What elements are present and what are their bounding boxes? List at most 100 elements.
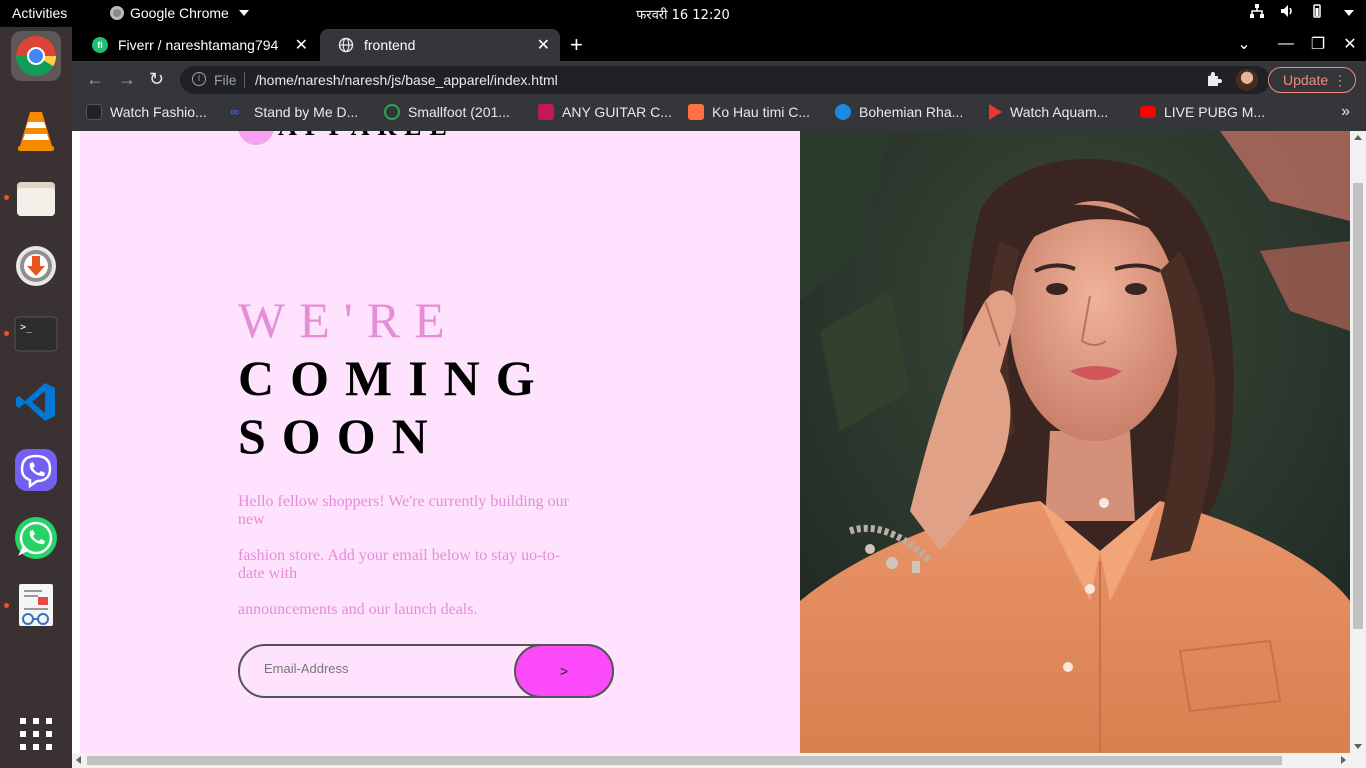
profile-avatar[interactable] — [1236, 69, 1258, 91]
scroll-right-arrow-icon[interactable] — [1341, 756, 1346, 764]
scrollbar-thumb[interactable] — [1353, 183, 1363, 629]
terminal-icon: >_ — [14, 316, 58, 352]
minimize-button[interactable]: — — [1270, 35, 1302, 53]
bookmark-label: Watch Fashio... — [110, 104, 207, 120]
show-applications-button[interactable] — [11, 709, 61, 759]
app-menu-label: Google Chrome — [130, 5, 229, 21]
infinity-favicon-icon: ∞ — [230, 104, 240, 119]
tab-title: frontend — [364, 37, 416, 53]
dock-software-updater[interactable] — [11, 241, 61, 291]
bookmark-item[interactable]: Bohemian Rha... — [835, 104, 963, 120]
globe-favicon-icon — [338, 37, 354, 53]
vscode-icon — [16, 383, 55, 421]
volume-icon — [1280, 4, 1294, 18]
running-indicator — [4, 603, 9, 608]
scroll-down-arrow-icon[interactable] — [1354, 744, 1362, 749]
maximize-button[interactable]: ❐ — [1302, 34, 1334, 54]
bookmark-item[interactable]: Watch Aquam... — [989, 104, 1108, 120]
address-bar[interactable]: i File /home/naresh/naresh/js/base_appar… — [180, 66, 1270, 94]
music-favicon-icon — [688, 104, 704, 120]
running-indicator — [4, 331, 9, 336]
dock-vlc[interactable] — [11, 105, 61, 155]
bookmark-item[interactable]: ANY GUITAR C... — [538, 104, 672, 120]
logo-mark-icon — [238, 131, 274, 145]
chrome-window: fi Fiverr / nareshtamang794 ✕ frontend ✕… — [72, 27, 1366, 768]
horizontal-scrollbar[interactable] — [72, 753, 1366, 768]
guitar-favicon-icon — [538, 104, 554, 120]
play-favicon-icon — [989, 104, 1002, 120]
brand-logo: APPAREL — [238, 131, 455, 145]
fiverr-favicon-icon: fi — [92, 37, 108, 53]
document-viewer-icon — [19, 584, 53, 626]
headline-line-1: WE'RE — [238, 292, 459, 348]
forward-button[interactable]: → — [118, 69, 136, 90]
url-text[interactable]: /home/naresh/naresh/js/base_apparel/inde… — [255, 72, 558, 88]
bookmark-item[interactable]: Smallfoot (201... — [384, 104, 510, 120]
software-updater-icon — [16, 246, 56, 286]
submit-button[interactable]: > — [514, 644, 614, 698]
tab-frontend[interactable]: frontend ✕ — [320, 29, 560, 61]
logo-text: APPAREL — [278, 131, 455, 142]
headline-line-2: COMING — [238, 350, 551, 406]
bookmark-label: Bohemian Rha... — [859, 104, 964, 120]
scroll-left-arrow-icon[interactable] — [76, 756, 81, 764]
whatsapp-icon — [15, 517, 57, 559]
dock-viber[interactable] — [11, 445, 61, 495]
caret-down-icon — [238, 10, 249, 16]
browser-toolbar: ← → ↻ i File /home/naresh/naresh/js/base… — [72, 61, 1366, 99]
tab-strip: fi Fiverr / nareshtamang794 ✕ frontend ✕… — [72, 27, 1366, 61]
email-signup-form: > — [238, 644, 614, 698]
tab-search-chevron-icon[interactable]: ⌄ — [1228, 34, 1260, 54]
dock-chrome[interactable] — [11, 31, 61, 81]
close-tab-icon[interactable]: ✕ — [295, 35, 308, 55]
network-icon — [1250, 4, 1264, 18]
chrome-icon — [110, 6, 124, 20]
dock-files[interactable] — [11, 173, 61, 223]
app-grid-icon — [20, 718, 52, 750]
bookmark-label: Ko Hau timi C... — [712, 104, 811, 120]
scrollbar-thumb[interactable] — [87, 756, 1282, 765]
dock-whatsapp[interactable] — [11, 513, 61, 563]
app-menu[interactable]: Google Chrome — [110, 5, 249, 21]
dock-terminal[interactable]: >_ — [11, 309, 61, 359]
more-bookmarks-chevron-icon[interactable]: » — [1341, 103, 1350, 121]
content-panel: APPAREL WE'RE COMING SOON Hello fellow s… — [80, 131, 800, 753]
bookmark-item[interactable]: Ko Hau timi C... — [688, 104, 810, 120]
bookmark-item[interactable]: ∞ Stand by Me D... — [230, 104, 358, 120]
bookmark-label: Watch Aquam... — [1010, 104, 1109, 120]
hero-image — [800, 131, 1350, 753]
system-tray[interactable] — [1250, 4, 1354, 18]
bookmarks-bar: Watch Fashio... ∞ Stand by Me D... Small… — [72, 99, 1366, 131]
description-paragraph: announcements and our launch deals. — [238, 601, 478, 618]
email-input[interactable] — [264, 661, 514, 676]
system-top-bar: Activities Google Chrome फरवरी 16 12:20 — [0, 0, 1366, 27]
description-paragraph: Hello fellow shoppers! We're currently b… — [238, 493, 569, 528]
extensions-puzzle-icon[interactable] — [1206, 71, 1222, 87]
window-controls: ⌄ — ❐ ✕ — [1228, 27, 1366, 61]
site-info-icon[interactable]: i — [192, 72, 206, 86]
vertical-scrollbar[interactable] — [1350, 131, 1366, 753]
running-indicator — [4, 195, 9, 200]
close-tab-icon[interactable]: ✕ — [537, 35, 550, 55]
new-tab-button[interactable]: + — [570, 32, 583, 58]
activities-button[interactable]: Activities — [12, 5, 67, 21]
bookmark-item[interactable]: LIVE PUBG M... — [1140, 104, 1265, 120]
description: Hello fellow shoppers! We're currently b… — [238, 493, 578, 637]
battery-icon — [1310, 4, 1324, 18]
tab-fiverr[interactable]: fi Fiverr / nareshtamang794 ✕ — [74, 29, 318, 61]
tab-title: Fiverr / nareshtamang794 — [118, 37, 279, 53]
dock-vscode[interactable] — [11, 377, 61, 427]
url-scheme-label: File — [214, 72, 237, 88]
reload-button[interactable]: ↻ — [149, 69, 164, 90]
vlc-cone-icon — [18, 112, 54, 151]
headline: WE'RE COMING SOON — [238, 291, 551, 465]
update-label: Update — [1283, 72, 1329, 88]
files-folder-icon — [17, 182, 55, 216]
back-button[interactable]: ← — [86, 69, 104, 90]
bookmark-item[interactable]: Watch Fashio... — [86, 104, 207, 120]
scroll-up-arrow-icon[interactable] — [1354, 135, 1362, 140]
model-photo — [800, 131, 1350, 753]
dock-document-viewer[interactable] — [11, 581, 61, 631]
update-button[interactable]: Update ⋮ — [1268, 67, 1356, 93]
close-window-button[interactable]: ✕ — [1334, 34, 1366, 54]
